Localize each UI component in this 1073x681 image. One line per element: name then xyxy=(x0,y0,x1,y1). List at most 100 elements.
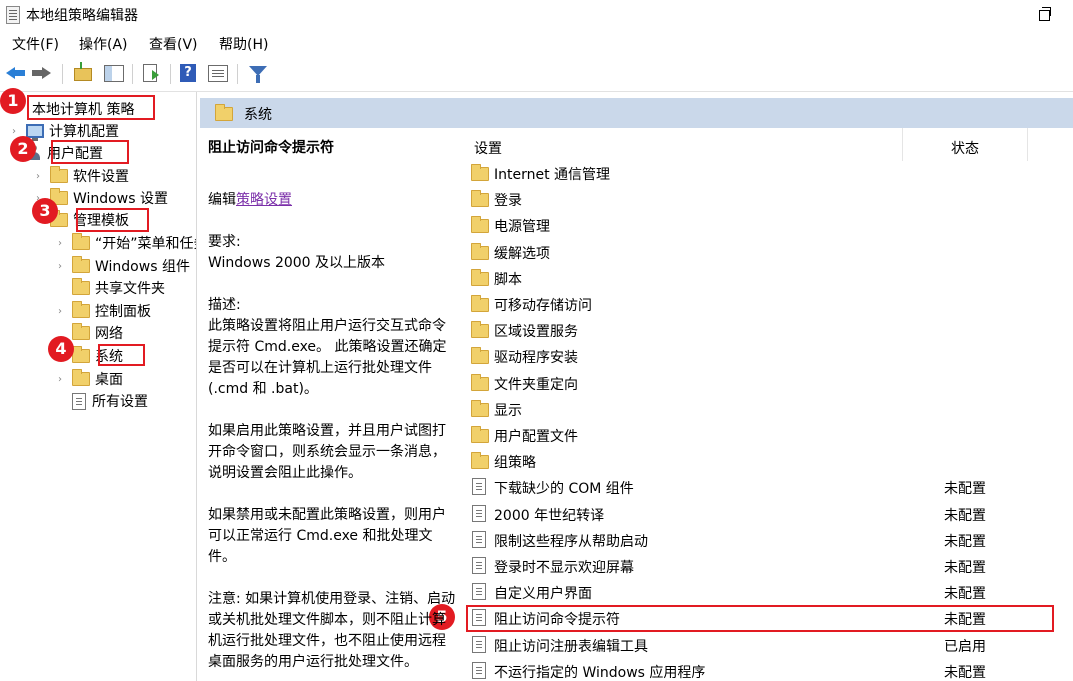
policy-setting-icon xyxy=(472,557,486,574)
tree-item-label: 桌面 xyxy=(95,372,123,388)
menu-help[interactable]: 帮助(H) xyxy=(219,34,268,54)
table-row[interactable]: 自定义用户界面 未配置 xyxy=(465,579,1073,605)
step-badge-1: 1 xyxy=(0,88,26,114)
tree-item-windows-components[interactable]: › Windows 组件 xyxy=(58,255,190,277)
folder-icon xyxy=(215,104,233,121)
export-list-icon[interactable] xyxy=(140,62,162,84)
list-item[interactable]: Internet 通信管理 xyxy=(465,160,1073,186)
enabled-explanation: 如果启用此策略设置，并且用户试图打开命令窗口，则系统会显示一条消息，说明设置会阻… xyxy=(208,423,446,481)
column-header-state[interactable]: 状态 xyxy=(903,128,1028,161)
edit-policy-link[interactable]: 策略设置 xyxy=(236,192,292,208)
tree-item-label: “开始”菜单和任务栏 xyxy=(95,236,196,252)
folder-icon xyxy=(471,452,489,470)
properties-icon[interactable] xyxy=(207,62,229,84)
folder-icon xyxy=(471,164,489,181)
column-header-setting[interactable]: 设置 xyxy=(465,128,903,161)
restore-button[interactable] xyxy=(1033,4,1055,24)
policy-setting-icon xyxy=(472,661,486,679)
list-item-name: 登录 xyxy=(494,193,522,210)
list-item[interactable]: 组策略 xyxy=(465,448,1073,474)
highlight-box-system xyxy=(98,344,145,366)
folder-icon xyxy=(72,323,90,340)
forward-arrow-icon[interactable] xyxy=(32,62,54,84)
computer-icon xyxy=(26,124,44,141)
list-item[interactable]: 可移动存储访问 xyxy=(465,291,1073,317)
menu-file[interactable]: 文件(F) xyxy=(12,34,59,54)
policy-title: 阻止访问命令提示符 xyxy=(208,140,334,156)
show-hide-tree-icon[interactable] xyxy=(103,62,125,84)
list-item[interactable]: 驱动程序安装 xyxy=(465,343,1073,369)
policy-state: 未配置 xyxy=(944,533,986,550)
tree-item-all-settings[interactable]: 所有设置 xyxy=(58,390,148,412)
folder-icon xyxy=(471,347,489,365)
list-item[interactable]: 登录 xyxy=(465,186,1073,212)
policy-name: 登录时不显示欢迎屏幕 xyxy=(494,560,634,576)
folder-icon xyxy=(471,216,489,234)
chevron-right-icon[interactable]: › xyxy=(58,374,68,385)
table-row[interactable]: 2000 年世纪转译 未配置 xyxy=(465,501,1073,527)
table-row[interactable]: 不运行指定的 Windows 应用程序 未配置 xyxy=(465,658,1073,681)
settings-list-icon xyxy=(72,392,86,410)
tree-item-shared-folders[interactable]: 共享文件夹 xyxy=(58,277,165,299)
list-item[interactable]: 区域设置服务 xyxy=(465,317,1073,343)
back-arrow-icon[interactable] xyxy=(6,62,28,84)
chevron-right-icon[interactable]: › xyxy=(58,238,68,249)
policy-name: 阻止访问命令提示符 xyxy=(494,612,620,629)
table-row[interactable]: 登录时不显示欢迎屏幕 未配置 xyxy=(465,553,1073,579)
help-icon[interactable]: ? xyxy=(177,62,199,84)
gpedit-app-icon xyxy=(6,6,20,24)
requirements: 要求: Windows 2000 及以上版本 xyxy=(208,234,386,271)
folder-icon xyxy=(72,369,90,386)
list-item-name: 电源管理 xyxy=(494,219,550,236)
folder-icon xyxy=(471,321,489,339)
list-item[interactable]: 缓解选项 xyxy=(465,239,1073,265)
policy-setting-icon xyxy=(472,478,486,496)
up-folder-icon[interactable] xyxy=(72,62,94,84)
list-item[interactable]: 文件夹重定向 xyxy=(465,370,1073,396)
chevron-right-icon[interactable]: › xyxy=(58,306,68,317)
list-item[interactable]: 显示 xyxy=(465,396,1073,422)
tree-item-label: 计算机配置 xyxy=(49,124,119,140)
list-item[interactable]: 脚本 xyxy=(465,265,1073,291)
disabled-explanation: 如果禁用或未配置此策略设置，则用户可以正常运行 Cmd.exe 和批处理文件。 xyxy=(208,507,446,565)
tree-item-software-settings[interactable]: › 软件设置 xyxy=(36,165,129,187)
tree-item-control-panel[interactable]: › 控制面板 xyxy=(58,300,151,322)
table-row[interactable]: 阻止访问注册表编辑工具 已启用 xyxy=(465,632,1073,658)
settings-list: 设置 状态 Internet 通信管理登录电源管理缓解选项 脚本 可移动存储访问 区域… xyxy=(465,128,1073,681)
toolbar-separator xyxy=(237,64,238,84)
table-row[interactable]: 下载缺少的 COM 组件 未配置 xyxy=(465,474,1073,500)
table-row[interactable]: 阻止访问命令提示符 未配置 xyxy=(465,605,1073,631)
tree-item-desktop[interactable]: › 桌面 xyxy=(58,368,123,390)
title-bar: 本地组策略编辑器 xyxy=(0,0,1073,30)
list-item[interactable]: 电源管理 xyxy=(465,212,1073,238)
folder-icon xyxy=(471,242,489,260)
list-item-name: 文件夹重定向 xyxy=(494,376,578,393)
highlight-box-root xyxy=(27,95,155,120)
policy-name: 下载缺少的 COM 组件 xyxy=(494,481,634,498)
folder-icon xyxy=(72,346,90,363)
folder-icon xyxy=(72,301,90,318)
policy-state: 未配置 xyxy=(944,481,986,498)
policy-name: 限制这些程序从帮助启动 xyxy=(494,533,648,550)
folder-icon xyxy=(471,426,489,443)
chevron-right-icon[interactable]: › xyxy=(12,126,22,137)
folder-icon xyxy=(72,278,90,295)
chevron-right-icon[interactable]: › xyxy=(36,171,46,182)
tree-item-start-menu[interactable]: › “开始”菜单和任务栏 xyxy=(58,232,196,254)
note-text: 注意: 如果计算机使用登录、注销、启动或关机批处理文件脚本，则不阻止计算机运行批… xyxy=(208,591,456,670)
chevron-right-icon[interactable]: › xyxy=(58,261,68,272)
folder-icon xyxy=(72,256,90,273)
list-item[interactable]: 用户配置文件 xyxy=(465,422,1073,448)
tree-item-label: Windows 组件 xyxy=(95,259,190,275)
description-text: 描述: 此策略设置将阻止用户运行交互式命令提示符 Cmd.exe。 此策略设置还确… xyxy=(208,297,447,397)
folder-icon xyxy=(471,190,489,208)
filter-icon[interactable] xyxy=(247,62,269,84)
tree-pane: 本地计算机 策略 › 计算机配置 ⌄ 用户配置 › 软件设置 › Windows… xyxy=(0,92,197,681)
highlight-box-admin-templates xyxy=(76,208,149,232)
list-item-name: 组策略 xyxy=(494,455,536,472)
menu-action[interactable]: 操作(A) xyxy=(79,34,128,54)
menu-view[interactable]: 查看(V) xyxy=(149,34,198,54)
table-row[interactable]: 限制这些程序从帮助启动 未配置 xyxy=(465,527,1073,553)
folder-icon xyxy=(471,295,489,312)
window-title: 本地组策略编辑器 xyxy=(26,8,138,24)
